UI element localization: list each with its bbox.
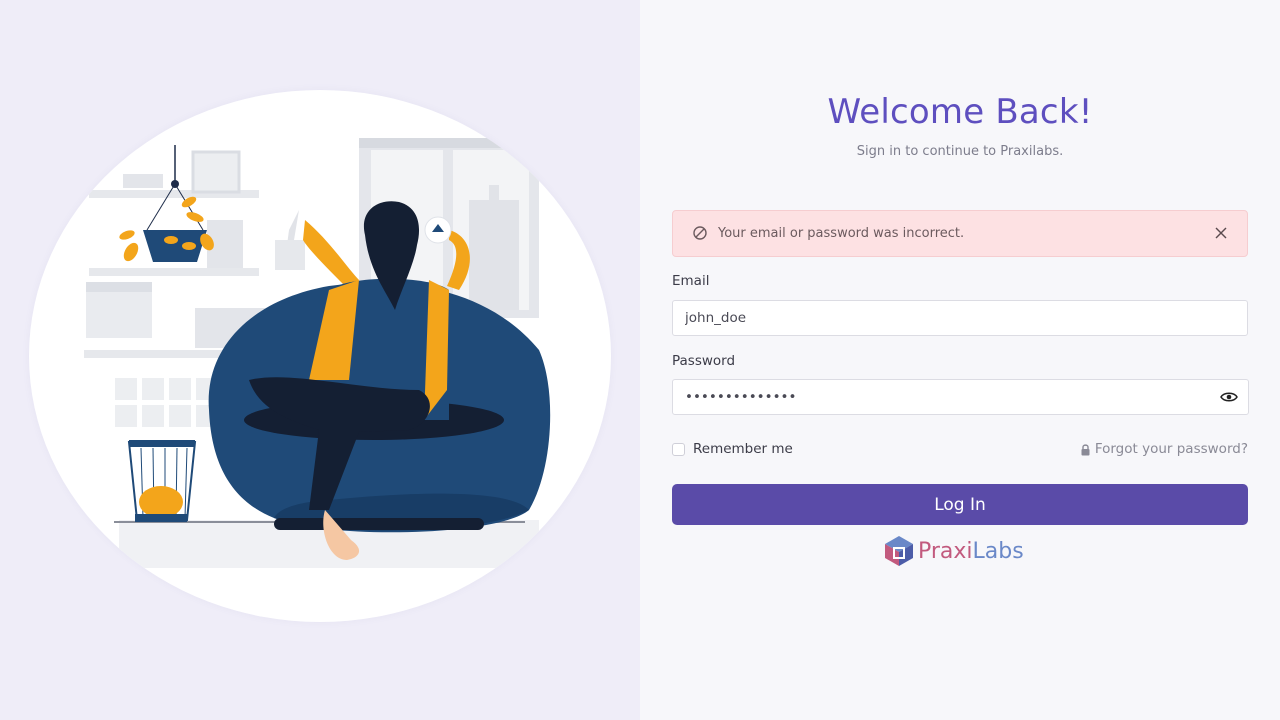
page-title: Welcome Back! bbox=[827, 92, 1093, 132]
ban-icon bbox=[693, 226, 707, 240]
illustration-circle bbox=[29, 90, 611, 622]
brand-logo: PraxiLabs bbox=[883, 534, 1024, 568]
brand-name-part2: Labs bbox=[972, 538, 1024, 564]
checkbox-box[interactable] bbox=[672, 442, 685, 456]
eye-icon[interactable] bbox=[1220, 390, 1238, 404]
close-icon[interactable] bbox=[1213, 225, 1229, 241]
illustration-panel bbox=[0, 0, 640, 720]
remember-me-label: Remember me bbox=[693, 441, 793, 457]
forgot-password-link[interactable]: Forgot your password? bbox=[1080, 441, 1248, 457]
page-subtitle: Sign in to continue to Praxilabs. bbox=[856, 144, 1064, 159]
relaxing-woman-illustration bbox=[84, 138, 551, 568]
brand-name-part1: Praxi bbox=[918, 538, 973, 564]
password-field[interactable]: •••••••••••••• bbox=[672, 379, 1249, 415]
lock-icon bbox=[1081, 443, 1090, 455]
cube-logo-icon bbox=[885, 536, 913, 566]
login-panel: Welcome Back! Sign in to continue to Pra… bbox=[640, 0, 1280, 720]
login-button[interactable]: Log In bbox=[672, 484, 1248, 525]
forgot-password-label[interactable]: Forgot your password? bbox=[1095, 441, 1248, 457]
password-label: Password bbox=[672, 353, 736, 369]
email-label: Email bbox=[672, 273, 710, 289]
alert-message: Your email or password was incorrect. bbox=[718, 226, 965, 241]
remember-me-checkbox[interactable]: Remember me bbox=[672, 440, 793, 458]
email-field[interactable] bbox=[672, 300, 1248, 336]
brand-name: PraxiLabs bbox=[918, 539, 1024, 564]
error-alert: Your email or password was incorrect. bbox=[672, 210, 1248, 257]
